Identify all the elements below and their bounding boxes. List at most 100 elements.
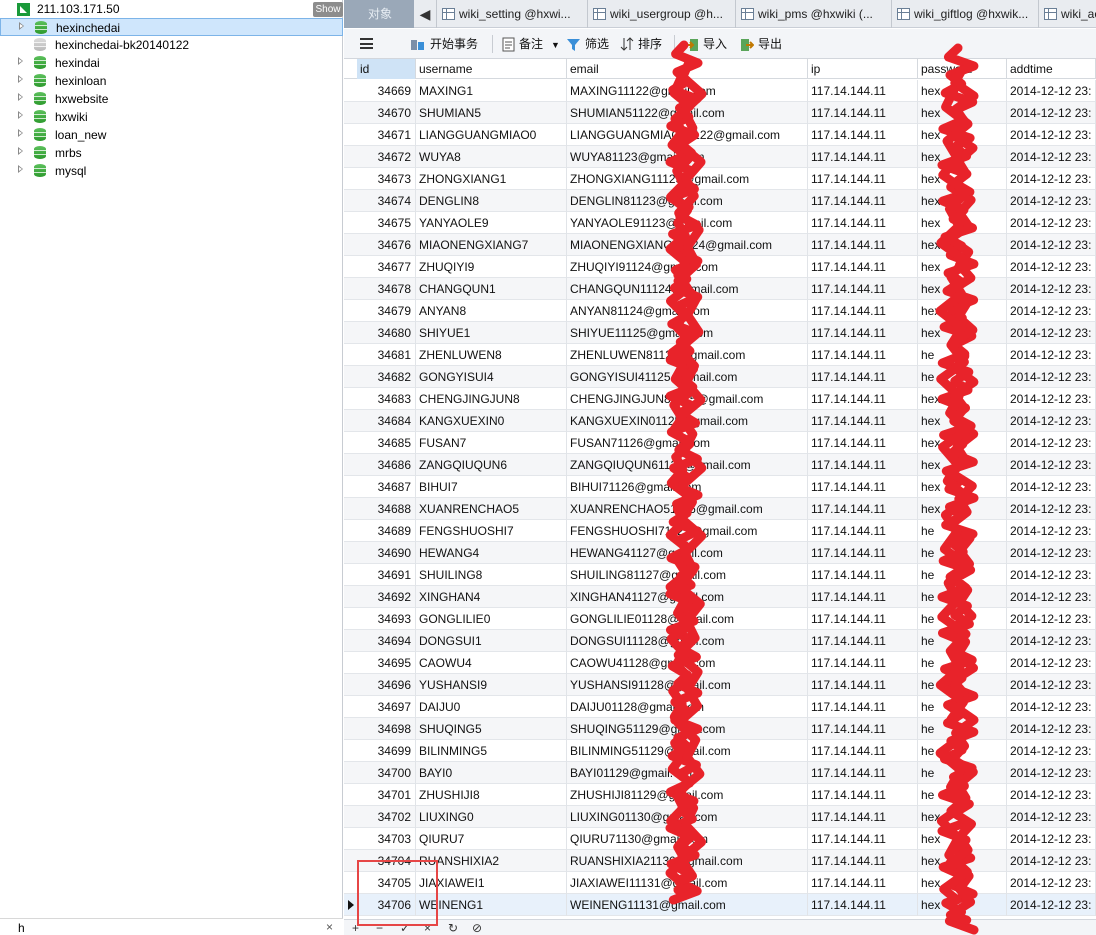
cell-email[interactable]: WEINENG11131@gmail.com xyxy=(567,894,808,916)
cell-password[interactable]: hex xyxy=(918,102,1007,124)
cell-addtime[interactable]: 2014-12-12 23: xyxy=(1007,652,1096,674)
cell-ip[interactable]: 117.14.144.11 xyxy=(808,850,918,872)
cell-email[interactable]: WUYA81123@gmail.com xyxy=(567,146,808,168)
table-row[interactable]: 34696 YUSHANSI9 YUSHANSI91128@gmail.com 117… xyxy=(344,674,1096,696)
table-row[interactable]: 34689 FENGSHUOSHI7 FENGSHUOSHI71127@gmail.… xyxy=(344,520,1096,542)
cell-username[interactable]: BIHUI7 xyxy=(416,476,567,498)
cell-ip[interactable]: 117.14.144.11 xyxy=(808,366,918,388)
table-row[interactable]: 34676 MIAONENGXIANG7 MIAONENGXIANG71124@gm… xyxy=(344,234,1096,256)
cell-username[interactable]: ZHONGXIANG1 xyxy=(416,168,567,190)
table-row[interactable]: 34677 ZHUQIYI9 ZHUQIYI91124@gmail.com 117.1… xyxy=(344,256,1096,278)
expand-arrow-icon[interactable] xyxy=(18,75,23,83)
connection-node[interactable]: 211.103.171.50 Show xyxy=(0,0,343,18)
table-row[interactable]: 34704 RUANSHIXIA2 RUANSHIXIA21130@gmail.co… xyxy=(344,850,1096,872)
cell-addtime[interactable]: 2014-12-12 23: xyxy=(1007,762,1096,784)
cell-username[interactable]: BAYI0 xyxy=(416,762,567,784)
cell-username[interactable]: GONGLILIE0 xyxy=(416,608,567,630)
cell-addtime[interactable]: 2014-12-12 23: xyxy=(1007,124,1096,146)
cell-username[interactable]: RUANSHIXIA2 xyxy=(416,850,567,872)
cell-password[interactable]: hex xyxy=(918,476,1007,498)
tab-scroll-left-icon[interactable]: ◀ xyxy=(418,4,432,24)
cell-id[interactable]: 34673 xyxy=(357,168,416,190)
cell-password[interactable]: hex xyxy=(918,322,1007,344)
export-button[interactable]: 导出 xyxy=(740,35,782,53)
cell-id[interactable]: 34702 xyxy=(357,806,416,828)
cell-addtime[interactable]: 2014-12-12 23: xyxy=(1007,520,1096,542)
cell-email[interactable]: QIURU71130@gmail.com xyxy=(567,828,808,850)
expand-arrow-icon[interactable] xyxy=(19,22,24,30)
cell-addtime[interactable]: 2014-12-12 23: xyxy=(1007,674,1096,696)
table-row[interactable]: 34686 ZANGQIUQUN6 ZANGQIUQUN61126@gmail.co… xyxy=(344,454,1096,476)
cell-id[interactable]: 34674 xyxy=(357,190,416,212)
cell-username[interactable]: SHUQING5 xyxy=(416,718,567,740)
cell-username[interactable]: ZHENLUWEN8 xyxy=(416,344,567,366)
cell-id[interactable]: 34701 xyxy=(357,784,416,806)
cell-password[interactable]: hex xyxy=(918,256,1007,278)
tab-table[interactable]: wiki_ac xyxy=(1038,0,1096,28)
expand-arrow-icon[interactable] xyxy=(18,129,23,137)
cell-email[interactable]: FUSAN71126@gmail.com xyxy=(567,432,808,454)
column-header-username[interactable]: username xyxy=(416,59,567,79)
table-row[interactable]: 34692 XINGHAN4 XINGHAN41127@gmail.com 117.1… xyxy=(344,586,1096,608)
cell-addtime[interactable]: 2014-12-12 23: xyxy=(1007,388,1096,410)
table-row[interactable]: 34690 HEWANG4 HEWANG41127@gmail.com 117.14.… xyxy=(344,542,1096,564)
cell-ip[interactable]: 117.14.144.11 xyxy=(808,476,918,498)
cell-id[interactable]: 34683 xyxy=(357,388,416,410)
table-row[interactable]: 34699 BILINMING5 BILINMING51129@gmail.com 1… xyxy=(344,740,1096,762)
expand-arrow-icon[interactable] xyxy=(18,147,23,155)
cell-password[interactable]: he xyxy=(918,630,1007,652)
memo-button[interactable]: 备注 ▼ xyxy=(502,35,560,53)
cell-password[interactable]: hex xyxy=(918,124,1007,146)
cell-ip[interactable]: 117.14.144.11 xyxy=(808,696,918,718)
cell-ip[interactable]: 117.14.144.11 xyxy=(808,454,918,476)
cell-id[interactable]: 34672 xyxy=(357,146,416,168)
cell-ip[interactable]: 117.14.144.11 xyxy=(808,168,918,190)
cell-id[interactable]: 34692 xyxy=(357,586,416,608)
table-row[interactable]: 34706 WEINENG1 WEINENG11131@gmail.com 117.1… xyxy=(344,894,1096,916)
cell-username[interactable]: ANYAN8 xyxy=(416,300,567,322)
cell-id[interactable]: 34691 xyxy=(357,564,416,586)
tab-table[interactable]: wiki_usergroup @h... xyxy=(587,0,735,28)
cell-ip[interactable]: 117.14.144.11 xyxy=(808,652,918,674)
cell-password[interactable]: he xyxy=(918,366,1007,388)
cell-password[interactable]: he xyxy=(918,652,1007,674)
column-header-password[interactable]: password xyxy=(918,59,1007,79)
cell-id[interactable]: 34679 xyxy=(357,300,416,322)
cell-addtime[interactable]: 2014-12-12 23: xyxy=(1007,718,1096,740)
cell-username[interactable]: ZHUQIYI9 xyxy=(416,256,567,278)
cell-username[interactable]: KANGXUEXIN0 xyxy=(416,410,567,432)
cell-password[interactable]: hex xyxy=(918,454,1007,476)
cell-email[interactable]: LIUXING01130@gmail.com xyxy=(567,806,808,828)
cell-username[interactable]: XINGHAN4 xyxy=(416,586,567,608)
cell-email[interactable]: YANYAOLE91123@gmail.com xyxy=(567,212,808,234)
cell-email[interactable]: KANGXUEXIN01125@gmail.com xyxy=(567,410,808,432)
database-item[interactable]: hexindai xyxy=(0,54,343,72)
table-row[interactable]: 34671 LIANGGUANGMIAO0 LIANGGUANGMIAO01122@… xyxy=(344,124,1096,146)
cell-addtime[interactable]: 2014-12-12 23: xyxy=(1007,850,1096,872)
cell-username[interactable]: HEWANG4 xyxy=(416,542,567,564)
cell-id[interactable]: 34671 xyxy=(357,124,416,146)
cell-password[interactable]: hex xyxy=(918,300,1007,322)
expand-arrow-icon[interactable] xyxy=(18,165,23,173)
cell-email[interactable]: BAYI01129@gmail.com xyxy=(567,762,808,784)
cell-password[interactable]: hex xyxy=(918,828,1007,850)
cell-ip[interactable]: 117.14.144.11 xyxy=(808,256,918,278)
cell-addtime[interactable]: 2014-12-12 23: xyxy=(1007,542,1096,564)
cell-password[interactable]: hex xyxy=(918,80,1007,102)
cell-ip[interactable]: 117.14.144.11 xyxy=(808,630,918,652)
cell-email[interactable]: JIAXIAWEI11131@gmail.com xyxy=(567,872,808,894)
cell-username[interactable]: SHUILING8 xyxy=(416,564,567,586)
cell-ip[interactable]: 117.14.144.11 xyxy=(808,762,918,784)
cell-email[interactable]: DAIJU01128@gmail.com xyxy=(567,696,808,718)
cell-ip[interactable]: 117.14.144.11 xyxy=(808,80,918,102)
cell-ip[interactable]: 117.14.144.11 xyxy=(808,124,918,146)
cell-email[interactable]: DENGLIN81123@gmail.com xyxy=(567,190,808,212)
cell-username[interactable]: GONGYISUI4 xyxy=(416,366,567,388)
cell-addtime[interactable]: 2014-12-12 23: xyxy=(1007,102,1096,124)
cell-ip[interactable]: 117.14.144.11 xyxy=(808,322,918,344)
table-row[interactable]: 34691 SHUILING8 SHUILING81127@gmail.com 117… xyxy=(344,564,1096,586)
cell-ip[interactable]: 117.14.144.11 xyxy=(808,740,918,762)
cell-ip[interactable]: 117.14.144.11 xyxy=(808,564,918,586)
cell-password[interactable]: hex xyxy=(918,432,1007,454)
cell-email[interactable]: SHUMIAN51122@gmail.com xyxy=(567,102,808,124)
